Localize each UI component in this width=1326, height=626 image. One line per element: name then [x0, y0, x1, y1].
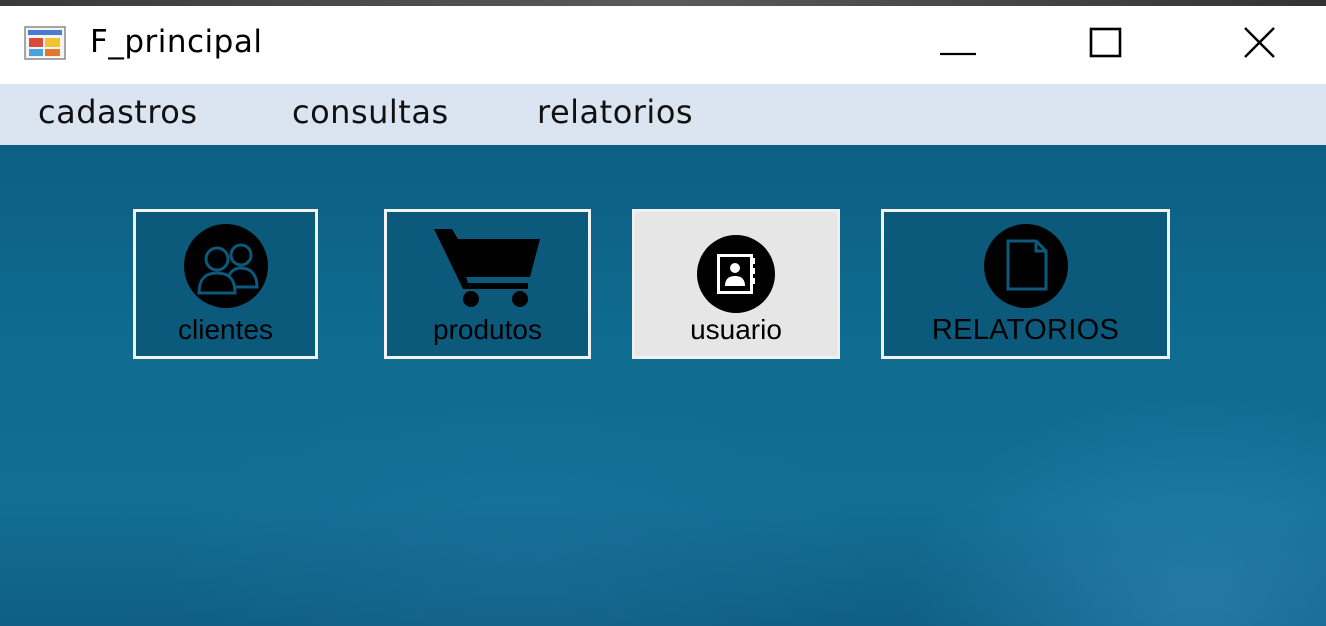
close-icon — [1244, 27, 1275, 58]
document-icon — [983, 224, 1068, 308]
clientes-label: clientes — [178, 314, 273, 345]
window-title: F_principal — [90, 24, 263, 60]
menu-item-consultas[interactable]: consultas — [292, 93, 449, 131]
users-group-icon — [183, 224, 268, 308]
usuario-label: usuario — [690, 314, 782, 345]
menu-item-cadastros[interactable]: cadastros — [38, 93, 198, 131]
usuario-button[interactable]: usuario — [632, 209, 840, 359]
clientes-button[interactable]: clientes — [133, 209, 318, 359]
produtos-label: produtos — [433, 314, 542, 345]
minimize-icon — [940, 52, 976, 56]
shopping-cart-icon — [433, 229, 540, 307]
menu-bar: cadastros consultas relatorios — [0, 84, 1326, 145]
maximize-icon — [1089, 27, 1122, 58]
main-window: F_principal cadastros consultas relatori… — [0, 0, 1326, 626]
winforms-app-icon — [24, 26, 66, 60]
contact-book-icon — [697, 235, 775, 313]
menu-item-relatorios[interactable]: relatorios — [537, 93, 693, 131]
relatorios-label: RELATORIOS — [931, 314, 1120, 346]
title-bar[interactable]: F_principal — [0, 6, 1326, 84]
client-area: clientes produtos usuario RELATORIOS — [0, 145, 1326, 626]
minimize-button[interactable] — [908, 6, 1008, 78]
produtos-button[interactable]: produtos — [384, 209, 591, 359]
maximize-button[interactable] — [1056, 6, 1156, 78]
close-button[interactable] — [1210, 6, 1310, 78]
relatorios-button[interactable]: RELATORIOS — [881, 209, 1170, 359]
